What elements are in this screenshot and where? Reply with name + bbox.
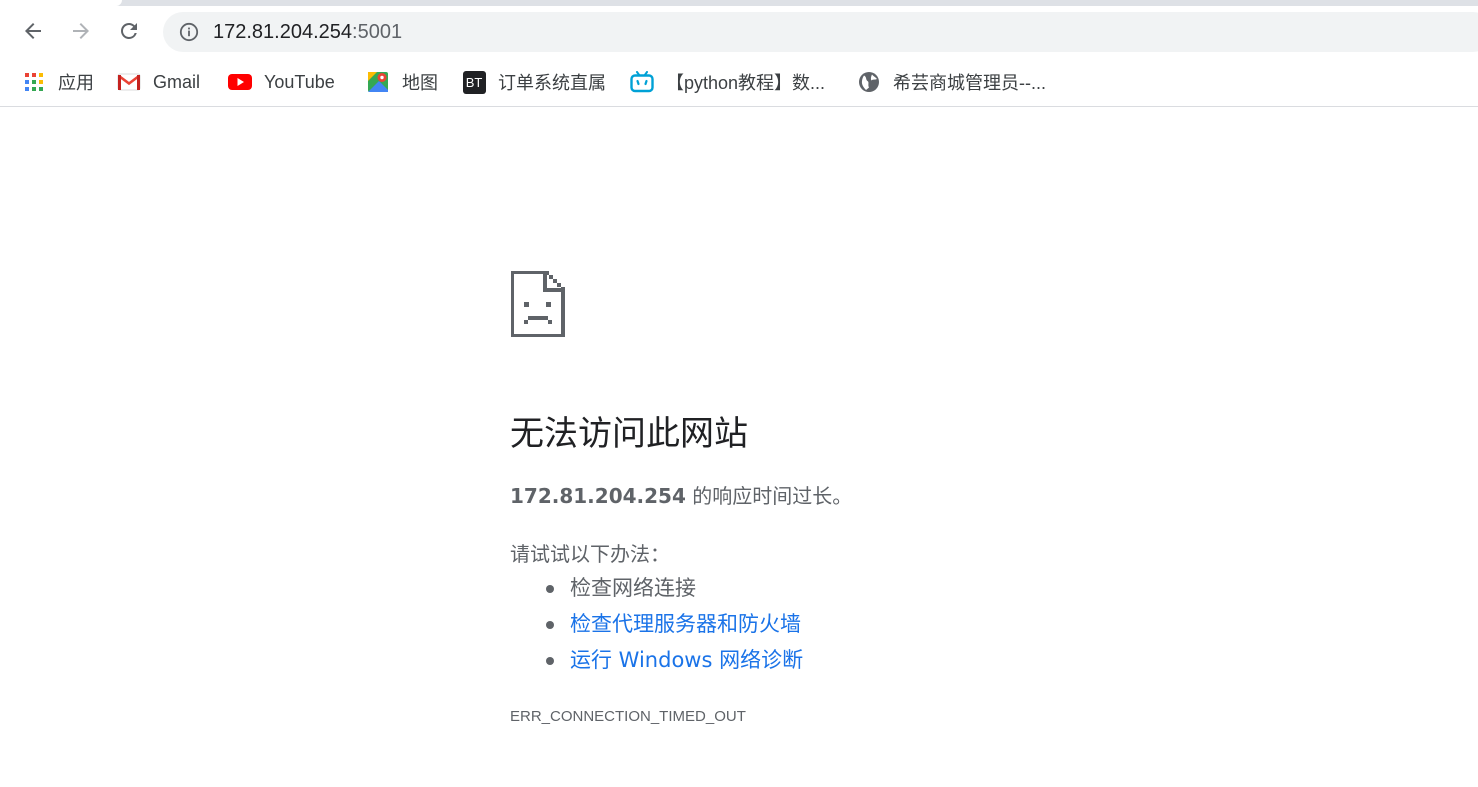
back-button[interactable] xyxy=(16,14,50,48)
reload-icon xyxy=(121,23,137,39)
url-text[interactable]: 172.81.204.254:5001 xyxy=(213,12,402,52)
suggestion-check-network: 检查网络连接 xyxy=(510,570,803,606)
error-description: 172.81.204.254 的响应时间过长。 xyxy=(510,480,852,509)
suggestion-text: 检查网络连接 xyxy=(570,576,696,600)
error-host: 172.81.204.254 xyxy=(510,484,686,508)
suggestions-heading: 请试试以下办法： xyxy=(510,542,670,566)
bt-icon-text: BT xyxy=(462,70,486,94)
bt-icon: BT xyxy=(462,70,486,94)
maps-icon xyxy=(366,70,390,94)
bookmark-label: Gmail xyxy=(153,71,201,92)
bookmark-maps[interactable]: 地图 xyxy=(366,68,438,96)
sad-document-icon xyxy=(511,271,565,337)
bookmark-label: 希芸商城管理员--... xyxy=(893,73,1046,93)
arrow-left-icon xyxy=(25,23,41,39)
error-description-text: 的响应时间过长。 xyxy=(685,484,853,508)
error-title: 无法访问此网站 xyxy=(510,414,748,454)
bookmark-label: 【python教程】数... xyxy=(666,73,826,93)
bookmark-label: 订单系统直属 xyxy=(498,73,606,93)
windows-network-diagnostics-link[interactable]: 运行 Windows 网络诊断 xyxy=(570,648,803,672)
youtube-icon xyxy=(228,70,252,94)
url-port: :5001 xyxy=(352,21,403,43)
error-code: ERR_CONNECTION_TIMED_OUT xyxy=(510,708,746,725)
bookmark-bt[interactable]: BT 订单系统直属 xyxy=(462,68,606,96)
bookmarks-bar: 应用 Gmail YouTube 地图 BT 订单系统直属 【python教程】… xyxy=(0,58,1478,107)
globe-icon xyxy=(857,70,881,94)
suggestion-check-proxy-firewall: 检查代理服务器和防火墙 xyxy=(510,606,803,642)
browser-toolbar: 172.81.204.254:5001 xyxy=(0,6,1478,58)
arrow-right-icon xyxy=(73,23,89,39)
bookmark-apps[interactable]: 应用 xyxy=(22,68,94,96)
apps-grid-icon xyxy=(22,70,46,94)
bookmark-label: 地图 xyxy=(402,73,438,93)
bookmark-label: 应用 xyxy=(58,73,94,93)
check-proxy-firewall-link[interactable]: 检查代理服务器和防火墙 xyxy=(570,612,801,636)
bilibili-icon xyxy=(630,70,654,94)
bookmark-bilibili[interactable]: 【python教程】数... xyxy=(630,68,825,96)
bookmark-label: YouTube xyxy=(264,71,335,92)
reload-button[interactable] xyxy=(112,14,146,48)
bookmark-store-admin[interactable]: 希芸商城管理员--... xyxy=(857,68,1046,96)
address-bar[interactable]: 172.81.204.254:5001 xyxy=(163,12,1478,52)
bookmark-youtube[interactable]: YouTube xyxy=(228,68,335,96)
suggestions-list: 检查网络连接 检查代理服务器和防火墙 运行 Windows 网络诊断 xyxy=(510,570,803,678)
info-circle-icon[interactable] xyxy=(179,22,199,42)
gmail-icon xyxy=(117,70,141,94)
suggestion-windows-diagnostics: 运行 Windows 网络诊断 xyxy=(510,642,803,678)
url-host: 172.81.204.254 xyxy=(213,21,353,43)
bookmark-gmail[interactable]: Gmail xyxy=(117,68,200,96)
forward-button[interactable] xyxy=(64,14,98,48)
